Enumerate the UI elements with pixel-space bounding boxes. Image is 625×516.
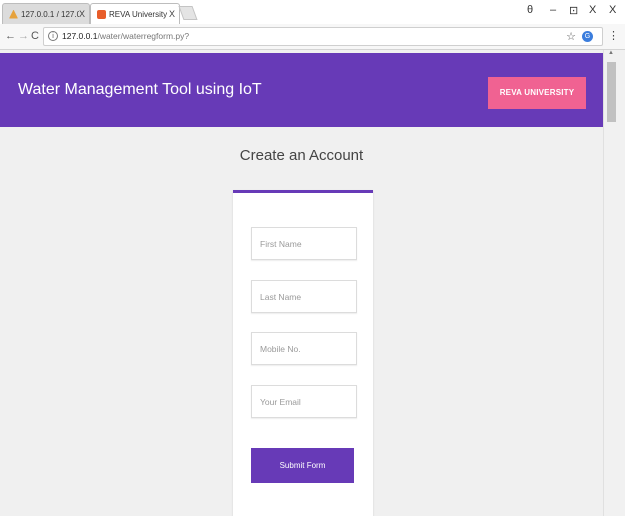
url-path: /water/waterregform.py? — [97, 31, 190, 41]
last-name-input[interactable] — [251, 280, 357, 313]
tab-close-icon[interactable]: X — [79, 9, 85, 19]
reva-university-button[interactable]: REVA UNIVERSITY — [488, 77, 586, 109]
tab-reva-university[interactable]: REVA University X — [90, 3, 180, 24]
registration-card: Submit Form — [233, 190, 373, 516]
url-text: 127.0.0.1/water/waterregform.py? — [62, 31, 189, 41]
site-brand[interactable]: Water Management Tool using IoT — [18, 81, 262, 99]
address-bar: ← → C i 127.0.0.1/water/waterregform.py?… — [0, 24, 625, 50]
info-icon[interactable]: i — [48, 31, 58, 41]
url-host: 127.0.0.1 — [62, 31, 98, 41]
restore-icon[interactable]: ⊡ — [569, 4, 578, 17]
outer-close-icon[interactable]: X — [609, 4, 616, 16]
site-header: Water Management Tool using IoT REVA UNI… — [0, 53, 603, 127]
warning-favicon-icon — [9, 9, 18, 19]
bookmark-star-icon[interactable]: ☆ — [566, 30, 576, 43]
account-icon[interactable]: θ — [527, 4, 533, 16]
browser-menu-icon[interactable]: ⋮ — [608, 29, 619, 42]
mobile-input[interactable] — [251, 332, 357, 365]
scroll-up-icon[interactable]: ▲ — [608, 50, 614, 56]
page-viewport: Water Management Tool using IoT REVA UNI… — [0, 50, 603, 516]
tab-label: 127.0.0.1 / 127.0.0.1 | php — [21, 9, 79, 19]
new-tab-button[interactable] — [178, 6, 198, 20]
tab-close-icon[interactable]: X — [169, 9, 175, 19]
page-scrollbar[interactable]: ▲ — [603, 50, 625, 516]
first-name-input[interactable] — [251, 227, 357, 260]
browser-tabstrip: 127.0.0.1 / 127.0.0.1 | php X REVA Unive… — [0, 0, 625, 24]
reload-icon[interactable]: C — [31, 30, 39, 42]
reva-favicon-icon — [97, 9, 106, 19]
tab-phpmyadmin[interactable]: 127.0.0.1 / 127.0.0.1 | php X — [2, 3, 90, 24]
minimize-icon[interactable]: – — [550, 4, 556, 16]
scroll-thumb[interactable] — [607, 62, 616, 122]
back-arrow-icon[interactable]: ← — [5, 30, 16, 42]
submit-form-button[interactable]: Submit Form — [251, 448, 354, 483]
extension-icon[interactable]: G — [582, 31, 593, 42]
page-title: Create an Account — [239, 147, 364, 164]
email-input[interactable] — [251, 385, 357, 418]
tab-label: REVA University — [109, 9, 168, 19]
close-window-icon[interactable]: X — [589, 4, 596, 16]
forward-arrow-icon[interactable]: → — [18, 30, 29, 42]
url-input[interactable]: i 127.0.0.1/water/waterregform.py? ☆ G — [43, 27, 603, 46]
